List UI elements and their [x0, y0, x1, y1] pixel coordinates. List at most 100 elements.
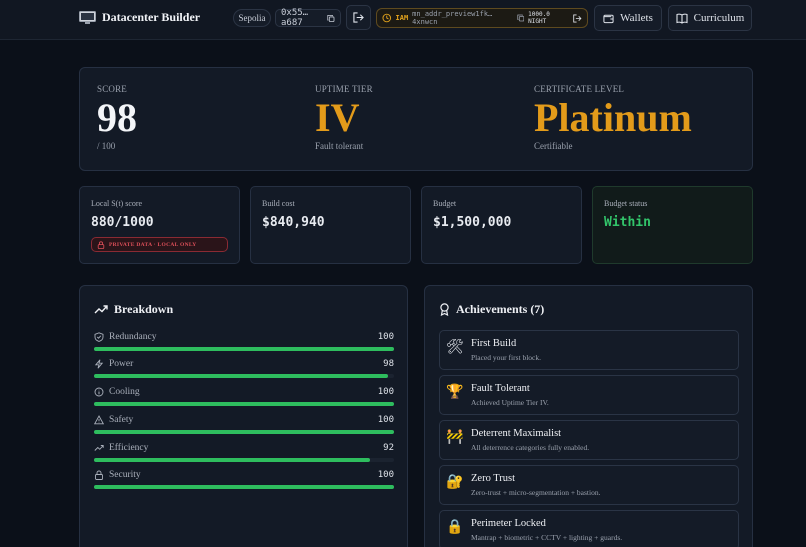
iam-address: mn_addr_preview1fk…4xnwcn	[412, 10, 493, 26]
local-score-value: 880/1000	[91, 215, 154, 230]
lock-icon	[95, 470, 103, 480]
achievement-item[interactable]: 🔐 Zero Trust Zero-trust + micro-segmenta…	[439, 465, 739, 505]
build-cost-label: Build cost	[262, 199, 295, 208]
build-cost-value: $840,940	[262, 215, 325, 230]
breakdown-header: Breakdown	[94, 302, 173, 317]
achievements-title: Achievements (7)	[456, 302, 545, 316]
breakdown-bar-track	[94, 374, 394, 378]
lock-key-icon: 🔐	[446, 474, 464, 490]
brand[interactable]: Datacenter Builder	[79, 10, 200, 25]
score-summary-card: SCORE 98 / 100 UPTIME TIER IV Fault tole…	[79, 67, 753, 171]
network-badge[interactable]: Sepolia	[233, 9, 271, 27]
budget-status-card: Budget status Within	[592, 186, 753, 264]
copy-icon[interactable]	[327, 14, 335, 23]
wallet-address: 0x55…a687	[281, 8, 309, 28]
breakdown-row-safety: Safety 100	[94, 414, 394, 440]
private-data-badge: PRIVATE DATA · LOCAL ONLY	[91, 237, 228, 252]
warning-triangle-icon	[94, 415, 104, 425]
breakdown-value: 100	[377, 387, 394, 397]
wallets-button[interactable]: Wallets	[594, 5, 662, 31]
uptime-tier-label: UPTIME TIER	[315, 84, 373, 94]
breakdown-label: Redundancy	[109, 332, 157, 342]
achievement-item[interactable]: 🏆 Fault Tolerant Achieved Uptime Tier IV…	[439, 375, 739, 415]
certificate-level-metric: CERTIFICATE LEVEL Platinum Certifiable	[534, 84, 692, 151]
breakdown-value: 100	[377, 332, 394, 342]
award-icon	[440, 303, 449, 316]
score-value: 98	[97, 95, 137, 140]
build-cost-card: Build cost $840,940	[250, 186, 411, 264]
score-label: SCORE	[97, 84, 128, 94]
sign-out-icon[interactable]	[573, 13, 582, 23]
achievements-header: Achievements (7)	[439, 302, 544, 317]
score-metric: SCORE 98 / 100	[97, 84, 137, 151]
network-label: Sepolia	[238, 13, 266, 23]
breakdown-row-redundancy: Redundancy 100	[94, 331, 394, 357]
breakdown-bar-track	[94, 347, 394, 351]
achievement-item[interactable]: 🔒 Perimeter Locked Mantrap + biometric +…	[439, 510, 739, 547]
achievement-title: Perimeter Locked	[471, 518, 546, 529]
budget-status-label: Budget status	[604, 199, 648, 208]
wallets-label: Wallets	[620, 12, 653, 24]
achievement-title: Fault Tolerant	[471, 383, 530, 394]
achievement-item[interactable]: 🚧 Deterrent Maximalist All deterrence ca…	[439, 420, 739, 460]
breakdown-bar-track	[94, 458, 394, 462]
budget-card: Budget $1,500,000	[421, 186, 582, 264]
score-sub: / 100	[97, 141, 116, 151]
achievements-panel: Achievements (7) 🛠 First Build Placed yo…	[424, 285, 753, 547]
breakdown-label: Safety	[109, 415, 134, 425]
private-data-text: PRIVATE DATA · LOCAL ONLY	[109, 241, 197, 248]
wallet-address-pill[interactable]: 0x55…a687	[275, 8, 341, 28]
top-header: Datacenter Builder Sepolia 0x55…a687 IAM…	[0, 0, 806, 40]
app-title: Datacenter Builder	[102, 10, 201, 24]
breakdown-bar-fill	[94, 347, 394, 351]
iam-wallet-pill[interactable]: IAM mn_addr_preview1fk…4xnwcn 1000.0 NIG…	[376, 8, 588, 28]
breakdown-value: 98	[383, 359, 394, 369]
curriculum-label: Curriculum	[693, 12, 745, 24]
breakdown-bar-track	[94, 402, 394, 406]
achievement-item[interactable]: 🛠 First Build Placed your first block.	[439, 330, 739, 370]
breakdown-bar-fill	[94, 458, 370, 462]
lock-icon: 🔒	[446, 519, 464, 535]
curriculum-button[interactable]: Curriculum	[668, 5, 752, 31]
achievement-desc: Mantrap + biometric + CCTV + lighting + …	[471, 533, 623, 542]
copy-icon[interactable]	[516, 14, 525, 22]
breakdown-value: 92	[383, 443, 394, 453]
breakdown-bar-fill	[94, 402, 394, 406]
budget-label: Budget	[433, 199, 457, 208]
local-score-label: Local S(t) score	[91, 199, 143, 208]
achievement-desc: Achieved Uptime Tier IV.	[471, 398, 549, 407]
breakdown-bar-track	[94, 430, 394, 434]
trophy-icon: 🏆	[446, 384, 464, 400]
sign-out-button[interactable]	[346, 5, 371, 30]
breakdown-label: Efficiency	[109, 443, 149, 453]
wallet-icon	[603, 14, 614, 23]
monitor-icon	[79, 10, 96, 24]
breakdown-bar-fill	[94, 430, 394, 434]
breakdown-title: Breakdown	[114, 302, 174, 316]
uptime-tier-metric: UPTIME TIER IV Fault tolerant	[315, 84, 373, 151]
achievement-title: First Build	[471, 338, 517, 349]
info-circle-icon	[94, 387, 104, 397]
trend-up-icon	[94, 445, 104, 451]
achievement-desc: Placed your first block.	[471, 353, 541, 362]
achievement-title: Zero Trust	[471, 473, 516, 484]
breakdown-row-cooling: Cooling 100	[94, 386, 394, 412]
achievement-desc: All deterrence categories fully enabled.	[471, 443, 590, 452]
budget-value: $1,500,000	[433, 215, 512, 230]
breakdown-bar-fill	[94, 374, 388, 378]
certificate-level-sub: Certifiable	[534, 141, 573, 151]
certificate-level-value: Platinum	[534, 95, 692, 140]
breakdown-value: 100	[377, 470, 394, 480]
breakdown-panel: Breakdown Redundancy 100 Power 98 Coolin…	[79, 285, 408, 547]
uptime-tier-value: IV	[315, 95, 360, 140]
achievement-desc: Zero-trust + micro-segmentation + bastio…	[471, 488, 601, 497]
local-score-card: Local S(t) score 880/1000 PRIVATE DATA ·…	[79, 186, 240, 264]
certificate-level-label: CERTIFICATE LEVEL	[534, 84, 625, 94]
breakdown-row-security: Security 100	[94, 469, 394, 495]
uptime-tier-sub: Fault tolerant	[315, 141, 364, 151]
breakdown-label: Cooling	[109, 387, 140, 397]
breakdown-label: Power	[109, 359, 134, 369]
iam-balance: 1000.0 NIGHT	[528, 11, 550, 25]
book-open-icon	[676, 13, 688, 24]
breakdown-label: Security	[109, 470, 141, 480]
